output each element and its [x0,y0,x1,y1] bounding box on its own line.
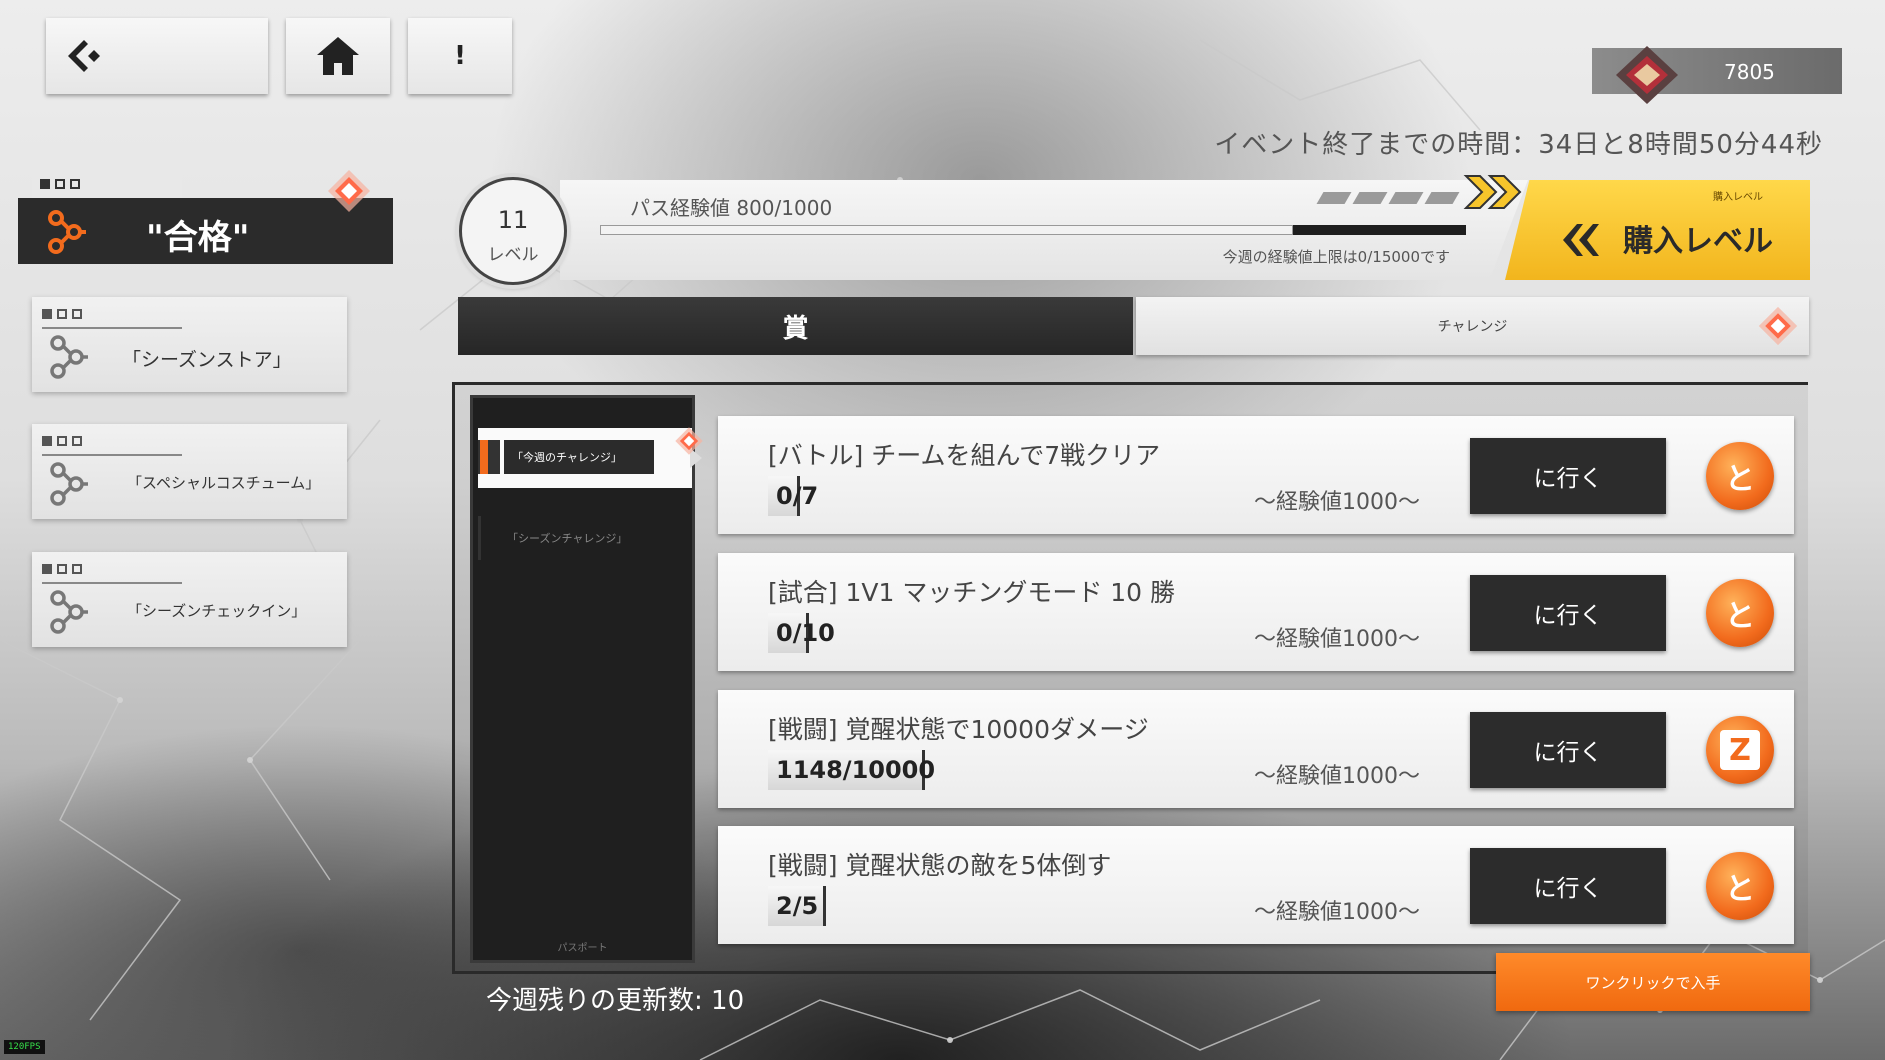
reward-coin-letter: Z [1720,730,1760,770]
tab-reward[interactable]: 賞 [458,297,1133,355]
currency-display: 7805 [1592,46,1842,104]
level-number: 11 [497,206,529,234]
side-item-label: 「シーズンストア」 [122,349,292,371]
challenge-progress-text: 1148/10000 [776,756,936,784]
challenge-progress-text: 0/7 [776,482,819,510]
pass-exp-panel: パス経験値 800/1000 今週の経験値上限は0/15000です [560,180,1528,280]
side-item-pass-label: "合格" [146,218,250,258]
network-icon [50,335,88,379]
reward-coin-icon: と [1706,852,1774,920]
home-button[interactable] [286,18,390,94]
challenge-progress: 0/7 [768,476,826,516]
challenge-row: [バトル] チームを組んで7戦クリア 0/7 ～経験値1000～ に行く と [718,416,1794,534]
level-caption: レベル [487,245,539,265]
home-icon [317,37,359,75]
challenge-row: [試合] 1V1 マッチングモード 10 勝 0/10 ～経験値1000～ に行… [718,553,1794,671]
chevron-left-icon [1563,224,1599,256]
side-item-season-checkin[interactable]: 「シーズンチェックイン」 [32,552,347,647]
currency-amount: 7805 [1724,60,1775,84]
challenge-reward: ～経験値1000～ [1254,900,1420,925]
sub-tab-season[interactable]: 「シーズンチャレンジ」 [478,516,692,560]
pass-exp-label: パス経験値 800/1000 [630,196,833,220]
claim-all-button[interactable]: ワンクリックで入手 [1496,953,1810,1011]
network-icon [48,210,86,254]
side-item-label: 「スペシャルコスチューム」 [127,474,321,492]
challenge-progress: 2/5 [768,886,827,926]
sub-nav-footer: パスポート [557,943,608,954]
challenge-progress: 0/10 [768,613,843,653]
go-button[interactable]: に行く [1470,848,1666,924]
refresh-remaining: 今週残りの更新数: 10 [486,986,745,1016]
challenge-title: [戦闘] 覚醒状態の敵を5体倒す [768,851,1112,880]
go-button[interactable]: に行く [1470,575,1666,651]
challenge-reward: ～経験値1000～ [1254,490,1420,515]
weekly-exp-limit: 今週の経験値上限は0/15000です [1222,248,1450,266]
notification-diamond-icon [328,170,370,212]
decorative-stripes [1316,192,1460,204]
sub-tab-weekly[interactable]: 「今週のチャレンジ」 [478,427,703,488]
challenge-row: [戦闘] 覚醒状態で10000ダメージ 1148/10000 ～経験値1000～… [718,690,1794,808]
challenge-title: [バトル] チームを組んで7戦クリア [768,441,1161,470]
challenge-reward: ～経験値1000～ [1254,627,1420,652]
side-item-special-costume[interactable]: 「スペシャルコスチューム」 [32,424,347,519]
event-timer: イベント終了までの時間：34日と8時間50分44秒 [1214,130,1823,160]
challenge-progress-text: 2/5 [776,892,819,920]
level-badge: 11 レベル [459,177,567,285]
sub-tab-weekly-label: 「今週のチャレンジ」 [504,440,654,474]
tab-challenge[interactable]: チャレンジ [1136,297,1809,355]
challenge-progress: 1148/10000 [768,750,943,790]
challenge-sub-nav: 「今週のチャレンジ」 「シーズンチャレンジ」 パスポート [470,395,703,963]
challenge-reward: ～経験値1000～ [1254,764,1420,789]
reward-coin-icon: と [1706,442,1774,510]
back-arrow-icon [68,40,100,72]
network-icon [50,462,88,506]
buy-level-button[interactable]: 購入レベル 購入レベル [1505,180,1810,280]
buy-level-label: 購入レベル [1623,224,1773,259]
pass-exp-fill [600,225,1293,235]
side-item-label: 「シーズンチェックイン」 [127,602,307,620]
reward-coin-icon: と [1706,579,1774,647]
fps-counter: 120FPS [4,1040,45,1054]
challenge-row: [戦闘] 覚醒状態の敵を5体倒す 2/5 ～経験値1000～ に行く と [718,826,1794,944]
challenge-title: [戦闘] 覚醒状態で10000ダメージ [768,715,1149,744]
emblem-icon [1616,46,1678,104]
go-button[interactable]: に行く [1470,712,1666,788]
notification-diamond-icon [1758,306,1798,346]
side-item-pass[interactable]: "合格" [18,168,393,264]
pass-exp-bar [600,225,1466,235]
info-button[interactable]: ! [408,18,512,94]
buy-level-small-label: 購入レベル [1713,192,1763,203]
network-icon [50,590,88,634]
side-item-season-store[interactable]: 「シーズンストア」 [32,297,347,392]
back-button[interactable] [46,18,268,94]
reward-coin-icon: Z [1706,716,1774,784]
notification-diamond-icon [675,427,703,455]
challenge-title: [試合] 1V1 マッチングモード 10 勝 [768,578,1176,607]
tab-challenge-label: チャレンジ [1437,319,1508,335]
go-button[interactable]: に行く [1470,438,1666,514]
challenge-progress-text: 0/10 [776,619,835,647]
